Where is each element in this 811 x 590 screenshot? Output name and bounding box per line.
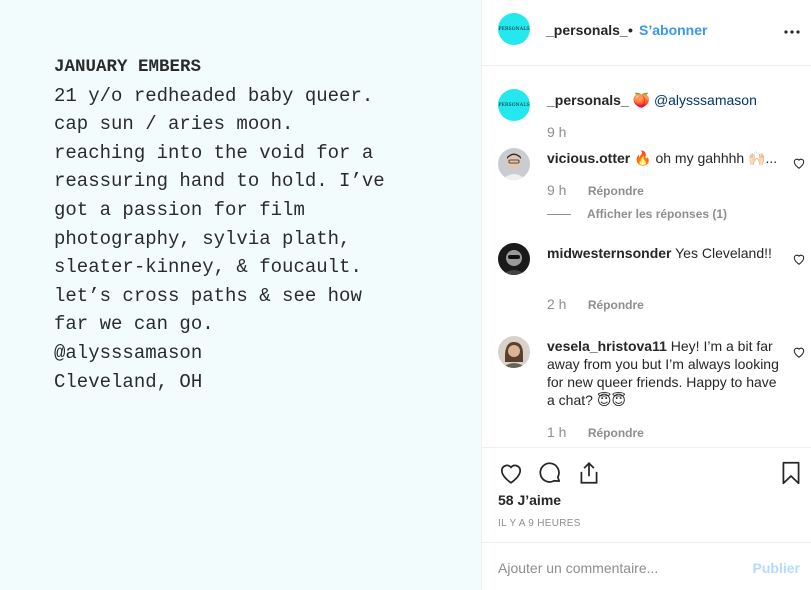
commenter-avatar[interactable] — [498, 148, 530, 180]
post-image-text: JANUARY EMBERS 21 y/o redheaded baby quee… — [54, 53, 385, 396]
comment-like-heart-icon[interactable] — [792, 252, 806, 266]
caption-mention[interactable]: @alysssamason — [654, 92, 757, 108]
likes-count[interactable]: 58 J’aime — [498, 492, 561, 508]
comments-list[interactable]: PERSONALS _personals_ 🍑 @alysssamason 9 … — [482, 67, 811, 447]
caption-emoji: 🍑 — [632, 92, 651, 108]
post-image-line: far we can go. — [54, 313, 214, 336]
post-image[interactable]: JANUARY EMBERS 21 y/o redheaded baby quee… — [0, 0, 481, 590]
post-image-line: got a passion for film — [54, 198, 305, 221]
caption-time[interactable]: 9 h — [547, 124, 566, 140]
comment-meta: 1 h Répondre — [547, 424, 644, 440]
add-comment-box: Publier — [482, 542, 811, 590]
comment-time[interactable]: 1 h — [547, 424, 566, 440]
post-image-line: reassuring hand to hold. I’ve — [54, 170, 385, 193]
commenter-avatar[interactable] — [498, 336, 530, 368]
view-replies-button[interactable]: Afficher les réponses (1) — [547, 207, 727, 221]
comment: vicious.otter 🔥 oh my gahhhh 🙌🏻... — [547, 149, 779, 167]
comment: midwesternsonder Yes Cleveland!! — [547, 244, 779, 262]
post-image-line: Cleveland, OH — [54, 370, 203, 393]
commenter-avatar[interactable] — [498, 243, 530, 275]
post-image-line: reaching into the void for a — [54, 141, 374, 164]
post-image-line: let’s cross paths & see how — [54, 284, 362, 307]
comment-meta: 9 h Répondre — [547, 182, 644, 198]
comment-icon[interactable] — [537, 460, 563, 486]
post-image-line: cap sun / aries moon. — [54, 113, 294, 136]
account-username[interactable]: _personals_ — [546, 22, 628, 38]
post-image-title: JANUARY EMBERS — [54, 57, 202, 77]
caption-username[interactable]: _personals_ — [547, 92, 629, 108]
post-image-line: photography, sylvia plath, — [54, 227, 351, 250]
follow-button[interactable]: S’abonner — [639, 22, 707, 38]
caption: _personals_ 🍑 @alysssamason — [547, 91, 779, 109]
bookmark-icon[interactable] — [778, 460, 804, 486]
more-horizontal-icon[interactable] — [782, 22, 802, 42]
comment-meta: 2 h Répondre — [547, 296, 644, 312]
view-replies-line — [547, 213, 571, 215]
publish-button[interactable]: Publier — [753, 560, 800, 576]
comment-like-heart-icon[interactable] — [792, 345, 806, 359]
post-image-line: 21 y/o redheaded baby queer. — [54, 84, 374, 107]
comment-time[interactable]: 2 h — [547, 296, 566, 312]
comment: vesela_hristova11 Hey! I’m a bit far awa… — [547, 337, 779, 409]
comment-username[interactable]: vesela_hristova11 — [547, 338, 667, 354]
comment-text: Yes Cleveland!! — [675, 245, 772, 261]
post-image-line: @alysssamason — [54, 341, 203, 364]
heart-icon[interactable] — [498, 460, 524, 486]
share-icon[interactable] — [576, 460, 602, 486]
comment-input[interactable] — [498, 557, 738, 579]
reply-button[interactable]: Répondre — [588, 184, 644, 198]
comment-like-heart-icon[interactable] — [792, 156, 806, 170]
reply-button[interactable]: Répondre — [588, 298, 644, 312]
caption-avatar[interactable]: PERSONALS — [498, 89, 530, 121]
caption-avatar-text: PERSONALS — [498, 102, 530, 108]
comment-username[interactable]: midwesternsonder — [547, 245, 671, 261]
header-separator: • — [628, 22, 633, 38]
post-header: PERSONALS _personals_ • S’abonner — [482, 0, 811, 66]
account-avatar-text: PERSONALS — [498, 26, 530, 32]
post-image-line: sleater-kinney, & foucault. — [54, 256, 362, 279]
comment-text: 🔥 oh my gahhhh 🙌🏻... — [634, 150, 778, 166]
comment-time[interactable]: 9 h — [547, 182, 566, 198]
post-time-ago[interactable]: IL Y A 9 HEURES — [498, 518, 581, 529]
post-side-panel: PERSONALS _personals_ • S’abonner PERSON… — [481, 0, 811, 590]
reply-button[interactable]: Répondre — [588, 426, 644, 440]
caption-meta: 9 h — [547, 124, 584, 140]
post-actions: 58 J’aime IL Y A 9 HEURES — [482, 447, 811, 542]
view-replies-label: Afficher les réponses (1) — [587, 207, 728, 221]
comment-username[interactable]: vicious.otter — [547, 150, 630, 166]
account-avatar[interactable]: PERSONALS — [498, 13, 530, 45]
